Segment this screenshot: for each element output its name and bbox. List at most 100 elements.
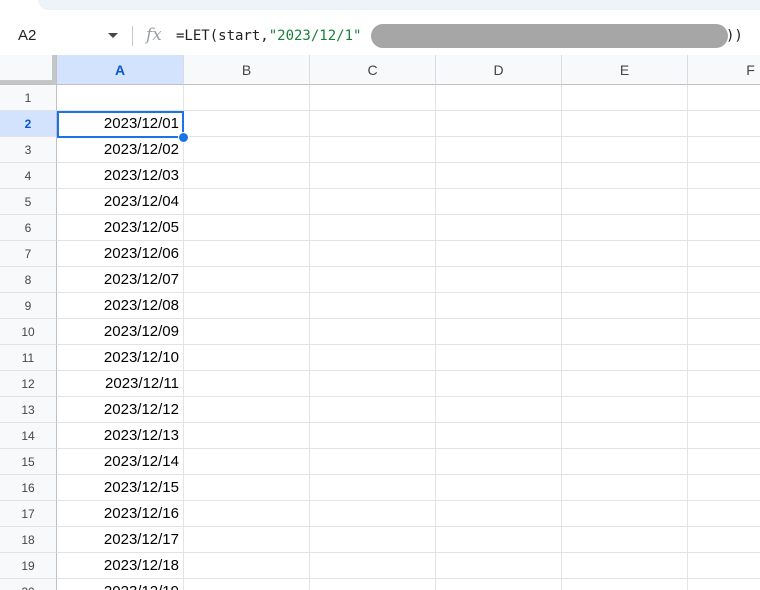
cell-b12[interactable] (184, 371, 310, 397)
cell-a15[interactable]: 2023/12/14 (57, 449, 184, 475)
cell-c18[interactable] (310, 527, 436, 553)
cell-a8[interactable]: 2023/12/07 (57, 267, 184, 293)
cell-a6[interactable]: 2023/12/05 (57, 215, 184, 241)
cell-b2[interactable] (184, 111, 310, 137)
cell-a5[interactable]: 2023/12/04 (57, 189, 184, 215)
cell-c3[interactable] (310, 137, 436, 163)
row-header-12[interactable]: 12 (0, 371, 57, 397)
cell-a7[interactable]: 2023/12/06 (57, 241, 184, 267)
cell-c4[interactable] (310, 163, 436, 189)
cell-e4[interactable] (562, 163, 688, 189)
cell-b11[interactable] (184, 345, 310, 371)
row-header-3[interactable]: 3 (0, 137, 57, 163)
cell-c8[interactable] (310, 267, 436, 293)
row-header-5[interactable]: 5 (0, 189, 57, 215)
cell-e11[interactable] (562, 345, 688, 371)
select-all-corner[interactable] (0, 55, 57, 85)
row-header-11[interactable]: 11 (0, 345, 57, 371)
cell-a2[interactable]: 2023/12/01 (57, 111, 184, 137)
cell-c20[interactable] (310, 579, 436, 590)
cell-f2[interactable] (688, 111, 760, 137)
cell-b6[interactable] (184, 215, 310, 241)
cell-a1[interactable] (57, 85, 184, 111)
cell-e5[interactable] (562, 189, 688, 215)
cell-b8[interactable] (184, 267, 310, 293)
cell-d20[interactable] (436, 579, 562, 590)
cell-f10[interactable] (688, 319, 760, 345)
cell-b15[interactable] (184, 449, 310, 475)
cell-e15[interactable] (562, 449, 688, 475)
cell-e6[interactable] (562, 215, 688, 241)
cell-a10[interactable]: 2023/12/09 (57, 319, 184, 345)
cell-b1[interactable] (184, 85, 310, 111)
cell-d15[interactable] (436, 449, 562, 475)
formula-input[interactable]: =LET(start,"2023/12/1" (176, 28, 361, 44)
cell-d1[interactable] (436, 85, 562, 111)
cell-c11[interactable] (310, 345, 436, 371)
row-header-2[interactable]: 2 (0, 111, 57, 137)
cell-d9[interactable] (436, 293, 562, 319)
row-header-9[interactable]: 9 (0, 293, 57, 319)
cell-c7[interactable] (310, 241, 436, 267)
cell-b19[interactable] (184, 553, 310, 579)
spreadsheet-grid[interactable]: A B C D E F 1 2 2023/12/01 3 2023/12/02 4 2023/12/03… (0, 55, 760, 590)
cell-e7[interactable] (562, 241, 688, 267)
cell-a20[interactable]: 2023/12/19 (57, 579, 184, 590)
cell-e14[interactable] (562, 423, 688, 449)
cell-b7[interactable] (184, 241, 310, 267)
column-header-f[interactable]: F (688, 55, 760, 85)
cell-c2[interactable] (310, 111, 436, 137)
column-header-d[interactable]: D (436, 55, 562, 85)
cell-b5[interactable] (184, 189, 310, 215)
row-header-6[interactable]: 6 (0, 215, 57, 241)
cell-d17[interactable] (436, 501, 562, 527)
cell-a16[interactable]: 2023/12/15 (57, 475, 184, 501)
cell-e8[interactable] (562, 267, 688, 293)
cell-d2[interactable] (436, 111, 562, 137)
cell-d12[interactable] (436, 371, 562, 397)
cell-c16[interactable] (310, 475, 436, 501)
cell-c6[interactable] (310, 215, 436, 241)
cell-f18[interactable] (688, 527, 760, 553)
cell-a18[interactable]: 2023/12/17 (57, 527, 184, 553)
cell-f14[interactable] (688, 423, 760, 449)
cell-b17[interactable] (184, 501, 310, 527)
row-header-17[interactable]: 17 (0, 501, 57, 527)
cell-e1[interactable] (562, 85, 688, 111)
row-header-20[interactable]: 20 (0, 579, 57, 590)
row-header-7[interactable]: 7 (0, 241, 57, 267)
cell-c19[interactable] (310, 553, 436, 579)
cell-c14[interactable] (310, 423, 436, 449)
cell-b16[interactable] (184, 475, 310, 501)
cell-e10[interactable] (562, 319, 688, 345)
cell-c17[interactable] (310, 501, 436, 527)
cell-a11[interactable]: 2023/12/10 (57, 345, 184, 371)
cell-c5[interactable] (310, 189, 436, 215)
cell-f12[interactable] (688, 371, 760, 397)
cell-f17[interactable] (688, 501, 760, 527)
cell-d3[interactable] (436, 137, 562, 163)
column-header-a[interactable]: A (57, 55, 184, 85)
cell-d18[interactable] (436, 527, 562, 553)
row-header-19[interactable]: 19 (0, 553, 57, 579)
cell-f16[interactable] (688, 475, 760, 501)
cell-f7[interactable] (688, 241, 760, 267)
row-header-10[interactable]: 10 (0, 319, 57, 345)
cell-d19[interactable] (436, 553, 562, 579)
cell-a9[interactable]: 2023/12/08 (57, 293, 184, 319)
fill-handle[interactable] (178, 132, 189, 143)
cell-d13[interactable] (436, 397, 562, 423)
cell-e16[interactable] (562, 475, 688, 501)
row-header-16[interactable]: 16 (0, 475, 57, 501)
row-header-4[interactable]: 4 (0, 163, 57, 189)
cell-b4[interactable] (184, 163, 310, 189)
cell-d8[interactable] (436, 267, 562, 293)
name-box[interactable]: A2 (0, 16, 128, 55)
row-header-13[interactable]: 13 (0, 397, 57, 423)
column-header-e[interactable]: E (562, 55, 688, 85)
cell-e19[interactable] (562, 553, 688, 579)
cell-f15[interactable] (688, 449, 760, 475)
cell-e17[interactable] (562, 501, 688, 527)
cell-c9[interactable] (310, 293, 436, 319)
cell-a3[interactable]: 2023/12/02 (57, 137, 184, 163)
